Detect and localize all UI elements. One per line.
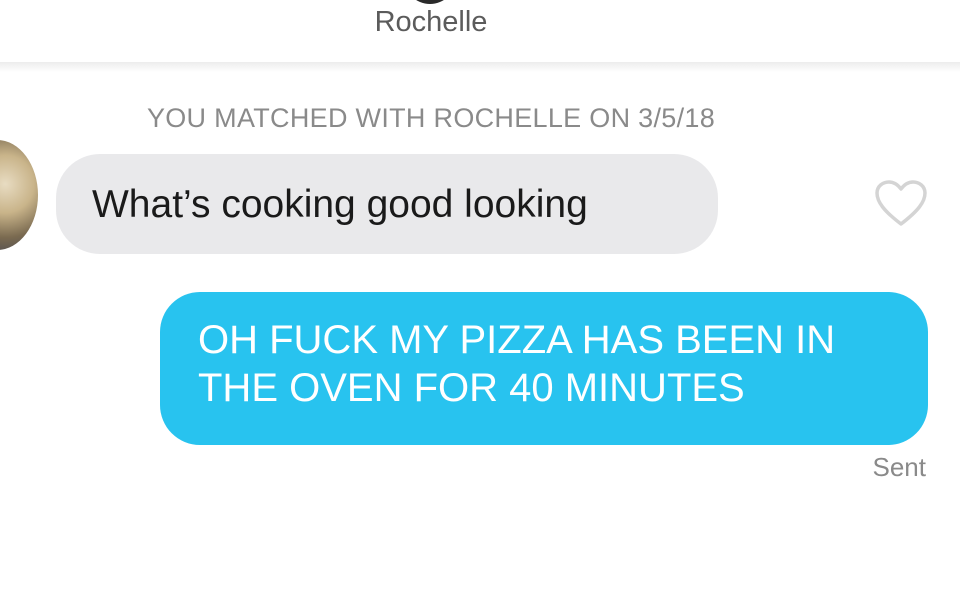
sent-message-line: THE OVEN FOR 40 MINUTES — [198, 366, 745, 410]
header-avatar[interactable] — [404, 0, 456, 4]
match-notice: YOU MATCHED WITH ROCHELLE ON 3/5/18 — [146, 103, 716, 133]
heart-outline-icon[interactable] — [874, 180, 928, 228]
sent-message-line: OH FUCK MY PIZZA HAS BEEN IN — [198, 318, 836, 362]
received-message-bubble[interactable]: What’s cooking good looking — [56, 154, 718, 254]
contact-name[interactable]: Rochelle — [0, 6, 862, 39]
message-status: Sent — [872, 452, 927, 482]
chat-header: Rochelle — [0, 0, 960, 66]
received-message-text: What’s cooking good looking — [92, 182, 588, 226]
sent-message-bubble[interactable]: OH FUCK MY PIZZA HAS BEEN IN THE OVEN FO… — [160, 292, 928, 445]
contact-avatar[interactable] — [0, 140, 38, 250]
header-divider — [0, 62, 960, 72]
chat-screen: Rochelle YOU MATCHED WITH ROCHELLE ON 3/… — [0, 0, 960, 590]
